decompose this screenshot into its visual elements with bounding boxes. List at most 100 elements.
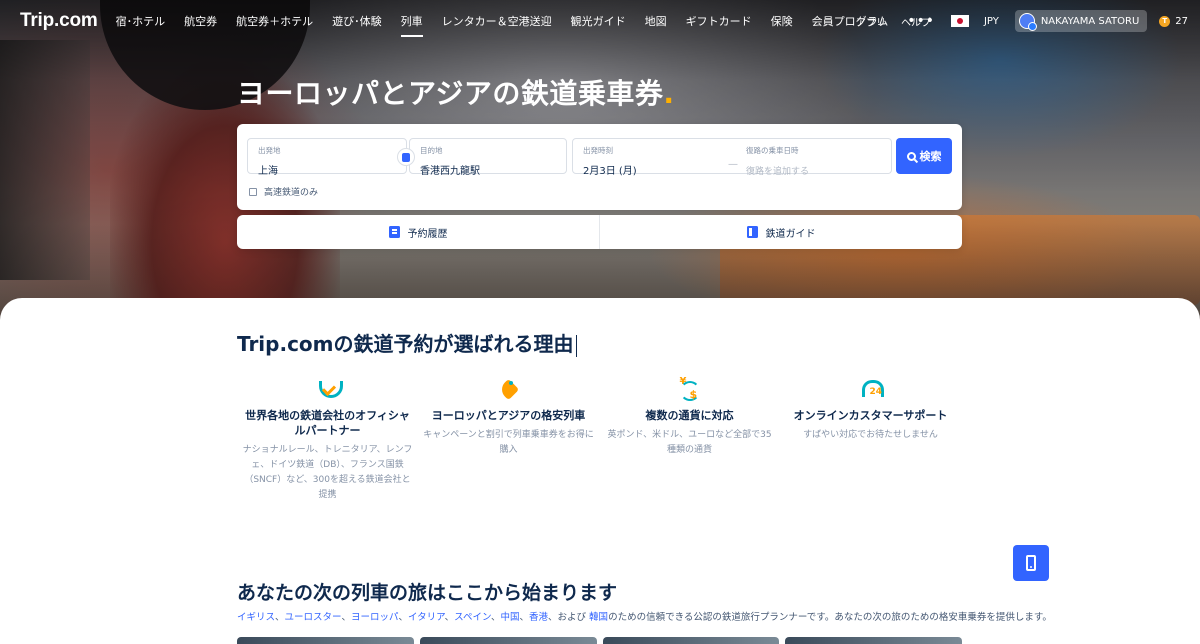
reason-title: ヨーロッパとアジアの格安列車 (431, 409, 586, 422)
return-label: 復路の乗車日時 (746, 146, 799, 155)
user-avatar-icon (1018, 13, 1037, 31)
nav-item-gift-card[interactable]: ギフトカード (686, 9, 752, 33)
reason-item: オンラインカスタマーサポート すばやい対応でお待たせしません (780, 378, 961, 503)
bookings-link[interactable]: 予約履歴 (237, 215, 599, 249)
reason-desc: 英ポンド、米ドル、ユーロなど全部で35種類の通貨 (607, 430, 772, 455)
trip-coins[interactable]: T 27 (1159, 15, 1188, 27)
currency-ring (679, 381, 700, 401)
from-label: 出発地 (258, 146, 281, 155)
destination-image[interactable] (602, 637, 780, 644)
destination-image[interactable] (237, 637, 414, 644)
text-cursor (575, 334, 577, 357)
book-icon (746, 226, 758, 238)
sep: 、 (341, 612, 351, 623)
rail-guide-label: 鉄道ガイド (765, 228, 816, 240)
reason-item: ヨーロッパとアジアの格安列車 キャンペーンと割引で列車乗車券をお得に購入 (418, 378, 599, 503)
arrival-station-field[interactable]: 目的地 香港西九龍駅 (409, 138, 567, 177)
bookings-label: 予約履歴 (407, 228, 448, 240)
link-spain[interactable]: スペイン (454, 612, 491, 623)
reason-title: 複数の通貨に対応 (645, 409, 734, 422)
reason-item: 複数の通貨に対応 英ポンド、米ドル、ユーロなど全部で35種類の通貨 (599, 376, 780, 503)
reason-title: オンラインカスタマーサポート (793, 409, 948, 422)
trip-logo[interactable]: Trip.com (20, 10, 98, 32)
price-tag-icon (497, 378, 521, 402)
reasons-title-text: Trip.comの鉄道予約が選ばれる理由 (237, 332, 574, 356)
destination-image[interactable] (419, 637, 597, 644)
nav-item-flight-hotel[interactable]: 航空券＋ホテル (236, 9, 313, 33)
nav-item-travel-guide[interactable]: 観光ガイド (571, 9, 626, 33)
destination-image-strip (237, 637, 962, 644)
destination-image[interactable] (785, 637, 962, 644)
heart-check-icon (316, 378, 340, 402)
from-value: 上海 (258, 166, 278, 177)
link-eurostar[interactable]: ユーロスター (285, 612, 342, 623)
link-europe[interactable]: ヨーロッパ (351, 612, 399, 623)
departure-station-field[interactable]: 出発地 上海 (247, 138, 407, 177)
smartphone-icon (1026, 555, 1036, 571)
content-top-curve (0, 298, 1200, 320)
link-italy[interactable]: イタリア (408, 612, 445, 623)
reason-desc: すばやい対応でお待たせしません (803, 430, 938, 440)
next-trip-title: あなたの次の列車の旅はここから始まります (237, 582, 618, 604)
sep: 、 (519, 612, 529, 623)
rail-guide-link[interactable]: 鉄道ガイド (599, 215, 962, 249)
app-link[interactable]: アプリ (856, 14, 886, 29)
sep: 、 (398, 612, 408, 623)
user-account-button[interactable]: NAKAYAMA SATORU (1014, 10, 1148, 32)
document-icon (388, 226, 400, 238)
search-button[interactable]: 検索 (896, 138, 952, 174)
link-korea[interactable]: 韓国 (589, 612, 608, 623)
nav-right: アプリ ヘルプ JPY NAKAYAMA SATORU T 27 (841, 0, 1188, 42)
and-text: 、および (548, 612, 587, 623)
next-trip-description: イギリス、ユーロスター、ヨーロッパ、イタリア、スペイン、中国、香港、および 韓国… (237, 609, 1052, 623)
highspeed-only-checkbox[interactable]: 高速鉄道のみ (249, 185, 318, 198)
nav-items: 宿･ホテル 航空券 航空券＋ホテル 遊び･体験 列車 レンタカー＆空港送迎 観光… (116, 9, 935, 37)
nav-item-insurance[interactable]: 保険 (771, 9, 793, 33)
nav-item-map[interactable]: 地図 (645, 9, 667, 33)
reason-desc: ナショナルレール、トレニタリア、レンフェ、ドイツ鉄道（DB）、フランス国鉄（SN… (242, 445, 413, 500)
reason-item: 世界各地の鉄道会社のオフィシャルパートナー ナショナルレール、トレニタリア、レン… (237, 378, 418, 503)
nav-item-trains[interactable]: 列車 (400, 9, 423, 37)
link-uk[interactable]: イギリス (237, 612, 275, 623)
highspeed-label: 高速鉄道のみ (264, 188, 319, 198)
reasons-list: 世界各地の鉄道会社のオフィシャルパートナー ナショナルレール、トレニタリア、レン… (237, 376, 962, 503)
link-china[interactable]: 中国 (500, 612, 519, 623)
help-link[interactable]: ヘルプ (901, 14, 931, 29)
to-label: 目的地 (420, 146, 443, 155)
coin-count: 27 (1175, 15, 1188, 27)
reasons-title: Trip.comの鉄道予約が選ばれる理由 (237, 328, 577, 357)
sep: 、 (275, 612, 285, 623)
hero-title: ヨーロッパとアジアの鉄道乗車券. (237, 72, 675, 112)
date-separator: — (728, 159, 738, 170)
reason-desc: キャンペーンと割引で列車乗車券をお得に購入 (423, 430, 594, 455)
mobile-app-button[interactable] (1013, 545, 1049, 581)
train-swap-icon (402, 152, 410, 162)
hero-title-dot: . (663, 77, 675, 110)
japan-flag-icon[interactable] (950, 15, 969, 27)
return-placeholder: 復路を追加する (746, 167, 810, 177)
nav-item-flights[interactable]: 航空券 (184, 9, 217, 33)
depart-value: 2月3日 (月) (583, 166, 637, 177)
top-navigation: Trip.com 宿･ホテル 航空券 航空券＋ホテル 遊び･体験 列車 レンタカ… (0, 0, 1200, 42)
link-hongkong[interactable]: 香港 (529, 612, 548, 623)
currency-selector[interactable]: JPY (984, 16, 999, 27)
headset-24-icon (859, 378, 884, 402)
nav-item-hotels[interactable]: 宿･ホテル (116, 9, 166, 33)
departure-date-field[interactable]: 出発時刻 2月3日 (月) (583, 145, 637, 178)
reason-title: 世界各地の鉄道会社のオフィシャルパートナー (245, 409, 410, 437)
search-button-label: 検索 (919, 150, 942, 163)
search-icon (906, 151, 916, 161)
date-field: 出発時刻 2月3日 (月) — 復路の乗車日時 復路を追加する (572, 138, 892, 177)
quick-links-bar: 予約履歴 鉄道ガイド (237, 215, 962, 249)
to-value: 香港西九龍駅 (420, 166, 480, 177)
checkbox-icon (249, 187, 257, 196)
user-name: NAKAYAMA SATORU (1040, 15, 1140, 27)
train-search-card: 出発地 上海 目的地 香港西九龍駅 出発時刻 2月3日 (月) — 復路の乗車日… (237, 124, 962, 210)
nav-item-activities[interactable]: 遊び･体験 (332, 9, 382, 33)
hero-title-text: ヨーロッパとアジアの鉄道乗車券 (237, 77, 664, 110)
return-date-field[interactable]: 復路の乗車日時 復路を追加する (746, 145, 809, 178)
currency-exchange-icon (678, 376, 702, 402)
nav-item-car-rental[interactable]: レンタカー＆空港送迎 (442, 9, 552, 33)
swap-stations-button[interactable] (397, 148, 415, 166)
depart-label: 出発時刻 (583, 146, 613, 155)
